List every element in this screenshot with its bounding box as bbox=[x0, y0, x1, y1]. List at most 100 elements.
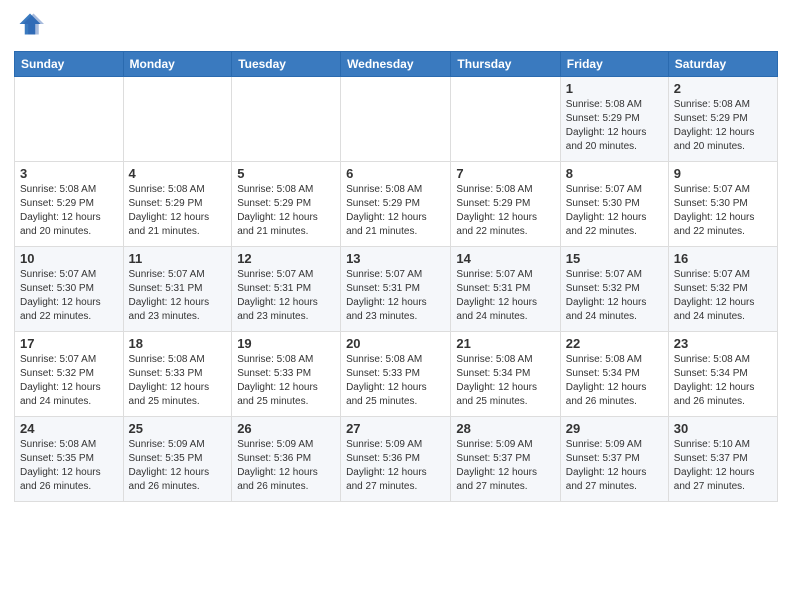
day-info: Sunrise: 5:07 AM Sunset: 5:30 PM Dayligh… bbox=[674, 183, 772, 239]
day-number: 26 bbox=[237, 421, 335, 436]
day-info: Sunrise: 5:08 AM Sunset: 5:29 PM Dayligh… bbox=[674, 98, 772, 154]
day-info: Sunrise: 5:08 AM Sunset: 5:34 PM Dayligh… bbox=[674, 353, 772, 409]
day-info: Sunrise: 5:07 AM Sunset: 5:31 PM Dayligh… bbox=[346, 268, 445, 324]
header bbox=[14, 10, 778, 43]
day-info: Sunrise: 5:09 AM Sunset: 5:36 PM Dayligh… bbox=[346, 438, 445, 494]
calendar-cell: 28Sunrise: 5:09 AM Sunset: 5:37 PM Dayli… bbox=[451, 417, 560, 502]
day-info: Sunrise: 5:10 AM Sunset: 5:37 PM Dayligh… bbox=[674, 438, 772, 494]
calendar-cell: 7 Sunrise: 5:08 AM Sunset: 5:29 PM Daylig… bbox=[451, 162, 560, 247]
calendar-table: SundayMondayTuesdayWednesdayThursdayFrid… bbox=[14, 51, 778, 502]
day-number: 16 bbox=[674, 251, 772, 266]
calendar-cell: 29 Sunrise: 5:09 AM Sunset: 5:37 PM Dayli… bbox=[560, 417, 668, 502]
calendar-cell: 22 Sunrise: 5:08 AM Sunset: 5:34 PM Dayli… bbox=[560, 332, 668, 417]
day-number: 20 bbox=[346, 336, 445, 351]
calendar-cell: 30 Sunrise: 5:10 AM Sunset: 5:37 PM Dayli… bbox=[668, 417, 777, 502]
calendar-cell: 13 Sunrise: 5:07 AM Sunset: 5:31 PM Dayli… bbox=[341, 247, 451, 332]
calendar-page: SundayMondayTuesdayWednesdayThursdayFrid… bbox=[0, 0, 792, 612]
day-info: Sunrise: 5:08 AM Sunset: 5:29 PM Dayligh… bbox=[129, 183, 227, 239]
day-info: Sunrise: 5:07 AM Sunset: 5:30 PM Dayligh… bbox=[20, 268, 118, 324]
day-info: Sunrise: 5:07 AM Sunset: 5:31 PM Dayligh… bbox=[237, 268, 335, 324]
calendar-cell bbox=[341, 77, 451, 162]
weekday-header-monday: Monday bbox=[123, 52, 232, 77]
day-info: Sunrise: 5:09 AM Sunset: 5:37 PM Dayligh… bbox=[566, 438, 663, 494]
day-number: 5 bbox=[237, 166, 335, 181]
calendar-cell: 12 Sunrise: 5:07 AM Sunset: 5:31 PM Dayli… bbox=[232, 247, 341, 332]
day-number: 2 bbox=[674, 81, 772, 96]
day-info: Sunrise: 5:07 AM Sunset: 5:31 PM Dayligh… bbox=[456, 268, 554, 324]
day-number: 22 bbox=[566, 336, 663, 351]
day-info: Sunrise: 5:08 AM Sunset: 5:34 PM Dayligh… bbox=[566, 353, 663, 409]
calendar-cell: 14 Sunrise: 5:07 AM Sunset: 5:31 PM Dayli… bbox=[451, 247, 560, 332]
day-number: 15 bbox=[566, 251, 663, 266]
logo-icon bbox=[16, 10, 44, 38]
day-number: 7 bbox=[456, 166, 554, 181]
calendar-cell: 8Sunrise: 5:07 AM Sunset: 5:30 PM Daylig… bbox=[560, 162, 668, 247]
week-row-4: 24 Sunrise: 5:08 AM Sunset: 5:35 PM Dayli… bbox=[15, 417, 778, 502]
calendar-cell: 26Sunrise: 5:09 AM Sunset: 5:36 PM Dayli… bbox=[232, 417, 341, 502]
calendar-cell: 27 Sunrise: 5:09 AM Sunset: 5:36 PM Dayli… bbox=[341, 417, 451, 502]
day-number: 12 bbox=[237, 251, 335, 266]
day-info: Sunrise: 5:08 AM Sunset: 5:34 PM Dayligh… bbox=[456, 353, 554, 409]
day-info: Sunrise: 5:07 AM Sunset: 5:32 PM Dayligh… bbox=[20, 353, 118, 409]
weekday-header-row: SundayMondayTuesdayWednesdayThursdayFrid… bbox=[15, 52, 778, 77]
calendar-cell: 4 Sunrise: 5:08 AM Sunset: 5:29 PM Daylig… bbox=[123, 162, 232, 247]
calendar-cell bbox=[123, 77, 232, 162]
day-number: 23 bbox=[674, 336, 772, 351]
calendar-cell: 6 Sunrise: 5:08 AM Sunset: 5:29 PM Daylig… bbox=[341, 162, 451, 247]
calendar-cell bbox=[451, 77, 560, 162]
calendar-cell: 15 Sunrise: 5:07 AM Sunset: 5:32 PM Dayli… bbox=[560, 247, 668, 332]
week-row-1: 3 Sunrise: 5:08 AM Sunset: 5:29 PM Daylig… bbox=[15, 162, 778, 247]
calendar-cell: 10 Sunrise: 5:07 AM Sunset: 5:30 PM Dayli… bbox=[15, 247, 124, 332]
day-number: 24 bbox=[20, 421, 118, 436]
day-number: 4 bbox=[129, 166, 227, 181]
day-info: Sunrise: 5:08 AM Sunset: 5:33 PM Dayligh… bbox=[346, 353, 445, 409]
day-info: Sunrise: 5:07 AM Sunset: 5:31 PM Dayligh… bbox=[129, 268, 227, 324]
day-number: 11 bbox=[129, 251, 227, 266]
weekday-header-tuesday: Tuesday bbox=[232, 52, 341, 77]
calendar-cell: 11 Sunrise: 5:07 AM Sunset: 5:31 PM Dayli… bbox=[123, 247, 232, 332]
day-number: 13 bbox=[346, 251, 445, 266]
day-info: Sunrise: 5:08 AM Sunset: 5:29 PM Dayligh… bbox=[237, 183, 335, 239]
calendar-cell: 1 Sunrise: 5:08 AM Sunset: 5:29 PM Daylig… bbox=[560, 77, 668, 162]
day-info: Sunrise: 5:07 AM Sunset: 5:32 PM Dayligh… bbox=[566, 268, 663, 324]
day-number: 25 bbox=[129, 421, 227, 436]
logo bbox=[14, 10, 48, 43]
calendar-cell: 16 Sunrise: 5:07 AM Sunset: 5:32 PM Dayli… bbox=[668, 247, 777, 332]
day-info: Sunrise: 5:09 AM Sunset: 5:35 PM Dayligh… bbox=[129, 438, 227, 494]
day-number: 30 bbox=[674, 421, 772, 436]
day-number: 9 bbox=[674, 166, 772, 181]
day-number: 6 bbox=[346, 166, 445, 181]
calendar-cell: 9 Sunrise: 5:07 AM Sunset: 5:30 PM Daylig… bbox=[668, 162, 777, 247]
day-info: Sunrise: 5:08 AM Sunset: 5:29 PM Dayligh… bbox=[566, 98, 663, 154]
weekday-header-thursday: Thursday bbox=[451, 52, 560, 77]
day-number: 10 bbox=[20, 251, 118, 266]
calendar-cell: 18Sunrise: 5:08 AM Sunset: 5:33 PM Dayli… bbox=[123, 332, 232, 417]
calendar-cell: 2 Sunrise: 5:08 AM Sunset: 5:29 PM Daylig… bbox=[668, 77, 777, 162]
day-number: 29 bbox=[566, 421, 663, 436]
day-info: Sunrise: 5:07 AM Sunset: 5:30 PM Dayligh… bbox=[566, 183, 663, 239]
day-number: 1 bbox=[566, 81, 663, 96]
day-number: 28 bbox=[456, 421, 554, 436]
day-info: Sunrise: 5:08 AM Sunset: 5:29 PM Dayligh… bbox=[346, 183, 445, 239]
day-number: 21 bbox=[456, 336, 554, 351]
calendar-cell: 17 Sunrise: 5:07 AM Sunset: 5:32 PM Dayli… bbox=[15, 332, 124, 417]
day-info: Sunrise: 5:08 AM Sunset: 5:33 PM Dayligh… bbox=[237, 353, 335, 409]
day-number: 19 bbox=[237, 336, 335, 351]
day-number: 14 bbox=[456, 251, 554, 266]
day-info: Sunrise: 5:08 AM Sunset: 5:29 PM Dayligh… bbox=[456, 183, 554, 239]
week-row-3: 17 Sunrise: 5:07 AM Sunset: 5:32 PM Dayli… bbox=[15, 332, 778, 417]
day-info: Sunrise: 5:08 AM Sunset: 5:35 PM Dayligh… bbox=[20, 438, 118, 494]
weekday-header-saturday: Saturday bbox=[668, 52, 777, 77]
day-info: Sunrise: 5:07 AM Sunset: 5:32 PM Dayligh… bbox=[674, 268, 772, 324]
calendar-cell bbox=[15, 77, 124, 162]
weekday-header-sunday: Sunday bbox=[15, 52, 124, 77]
weekday-header-wednesday: Wednesday bbox=[341, 52, 451, 77]
day-number: 27 bbox=[346, 421, 445, 436]
calendar-cell: 3Sunrise: 5:08 AM Sunset: 5:29 PM Daylig… bbox=[15, 162, 124, 247]
calendar-cell: 19 Sunrise: 5:08 AM Sunset: 5:33 PM Dayli… bbox=[232, 332, 341, 417]
day-number: 18 bbox=[129, 336, 227, 351]
day-number: 3 bbox=[20, 166, 118, 181]
calendar-cell: 23 Sunrise: 5:08 AM Sunset: 5:34 PM Dayli… bbox=[668, 332, 777, 417]
calendar-cell: 5 Sunrise: 5:08 AM Sunset: 5:29 PM Daylig… bbox=[232, 162, 341, 247]
day-number: 17 bbox=[20, 336, 118, 351]
